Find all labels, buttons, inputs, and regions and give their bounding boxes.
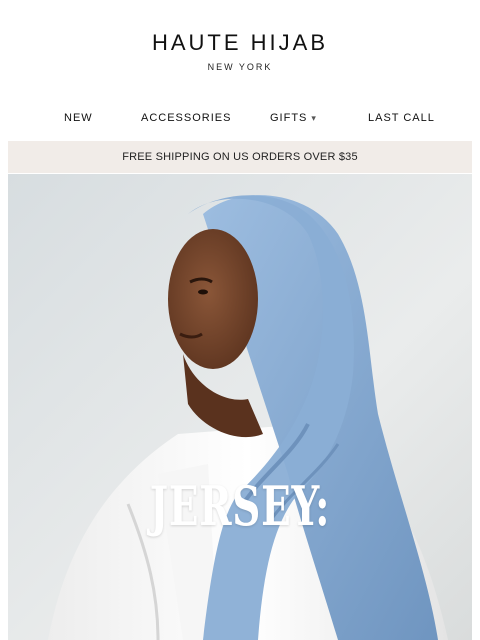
brand-logo[interactable]: HAUTE HIJAB xyxy=(0,30,480,56)
shipping-banner-text: FREE SHIPPING ON US ORDERS OVER $35 xyxy=(122,151,358,163)
hero-title: JERSEY: xyxy=(149,474,331,538)
nav-item-gifts[interactable]: GIFTS ▾ xyxy=(270,112,317,124)
nav-item-gifts-label: GIFTS xyxy=(270,112,308,124)
nav-item-accessories[interactable]: ACCESSORIES xyxy=(141,112,231,124)
main-nav: NEW ACCESSORIES GIFTS ▾ LAST CALL xyxy=(0,112,480,128)
shipping-banner[interactable]: FREE SHIPPING ON US ORDERS OVER $35 xyxy=(8,141,472,173)
hero-photo-illustration xyxy=(8,174,472,640)
nav-item-last-call[interactable]: LAST CALL xyxy=(368,112,435,124)
chevron-down-icon: ▾ xyxy=(311,113,317,123)
brand-location: NEW YORK xyxy=(207,62,273,72)
email-header: HAUTE HIJAB NEW YORK xyxy=(0,0,480,100)
hero-image[interactable]: JERSEY: xyxy=(8,174,472,640)
nav-item-new[interactable]: NEW xyxy=(64,112,93,124)
